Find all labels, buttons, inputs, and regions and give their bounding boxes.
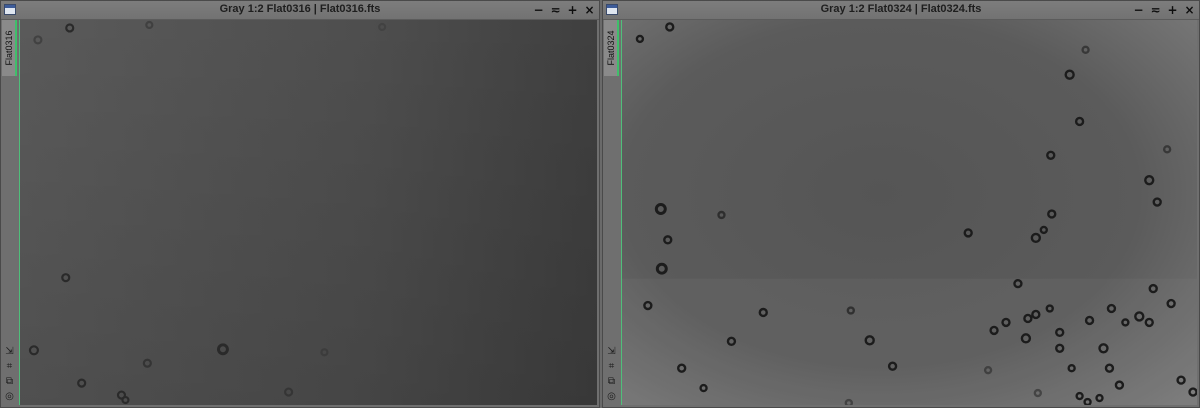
flat-frame-image: [622, 20, 1197, 405]
image-window-flat0316[interactable]: Gray 1:2 Flat0316 | Flat0316.fts − ≂ + ×…: [0, 0, 600, 408]
clone-icon[interactable]: ⧉: [605, 375, 618, 388]
flat-frame-image: [20, 20, 597, 405]
maximize-icon[interactable]: +: [565, 2, 580, 17]
clone-icon[interactable]: ⧉: [3, 375, 16, 388]
image-viewport[interactable]: [621, 20, 1197, 405]
shade-icon[interactable]: ≂: [548, 2, 563, 17]
zoom-icon[interactable]: ⌗: [605, 360, 618, 373]
fit-icon[interactable]: ⇲: [3, 345, 16, 358]
zoom-icon[interactable]: ⌗: [3, 360, 16, 373]
close-icon[interactable]: ×: [582, 2, 597, 17]
image-viewport[interactable]: [19, 20, 597, 405]
minimize-icon[interactable]: −: [1131, 2, 1146, 17]
window-title: Gray 1:2 Flat0324 | Flat0324.fts: [820, 3, 982, 15]
target-icon[interactable]: ◎: [3, 390, 16, 403]
maximize-icon[interactable]: +: [1165, 2, 1180, 17]
minimize-icon[interactable]: −: [531, 2, 546, 17]
view-identifier-tab[interactable]: Flat0324: [604, 20, 619, 76]
side-tab-strip: Flat0324 ⇲ ⌗ ⧉ ◎: [603, 20, 620, 407]
view-identifier-tab[interactable]: Flat0316: [2, 20, 17, 76]
title-bar[interactable]: Gray 1:2 Flat0324 | Flat0324.fts − ≂ + ×: [603, 1, 1199, 20]
side-tab-strip: Flat0316 ⇲ ⌗ ⧉ ◎: [1, 20, 18, 407]
image-window-flat0324[interactable]: Gray 1:2 Flat0324 | Flat0324.fts − ≂ + ×…: [602, 0, 1200, 408]
view-identifier-label: Flat0316: [3, 30, 14, 66]
window-title: Gray 1:2 Flat0316 | Flat0316.fts: [219, 3, 381, 15]
view-identifier-label: Flat0324: [605, 30, 616, 66]
shade-icon[interactable]: ≂: [1148, 2, 1163, 17]
close-icon[interactable]: ×: [1182, 2, 1197, 17]
title-bar[interactable]: Gray 1:2 Flat0316 | Flat0316.fts − ≂ + ×: [1, 1, 599, 20]
target-icon[interactable]: ◎: [605, 390, 618, 403]
fit-icon[interactable]: ⇲: [605, 345, 618, 358]
